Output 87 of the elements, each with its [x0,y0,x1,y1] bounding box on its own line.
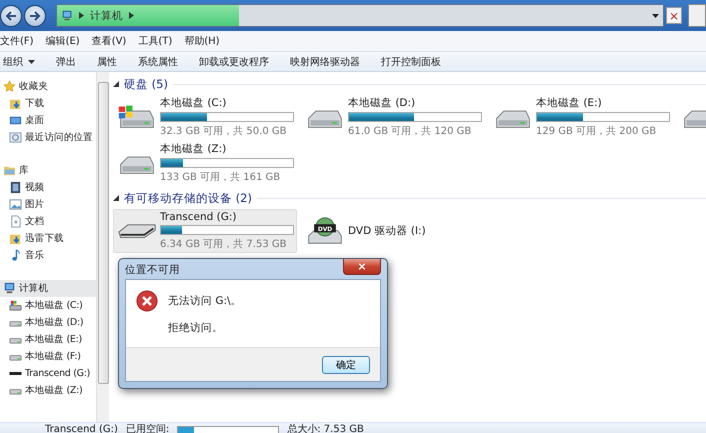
sidebar-item[interactable]: 下载 [0,95,96,112]
toolbar-button[interactable]: 系统属性 [138,54,178,68]
search-field[interactable] [688,4,706,27]
sidebar-item[interactable]: Transcend (G:) [0,365,96,382]
recent-places-icon [9,131,22,144]
drive-tile[interactable]: 本地磁盘 (C:) 32.3 GB 可用，共 50.0 GB [113,95,297,139]
music-note-icon [9,249,22,262]
drive-name: 本地磁盘 (E:) [536,96,603,110]
toolbar-button[interactable]: 组织 [3,54,35,68]
dropdown-caret-icon [28,60,35,64]
sidebar-item[interactable]: 本地磁盘 (D:) [0,314,96,331]
system-drive-icon [9,299,22,312]
sidebar-item[interactable]: 图片 [0,196,96,213]
dialog-title: 位置不可用 [125,263,180,277]
forward-arrow-icon [29,10,41,20]
usb-drive-icon [9,372,22,375]
close-button[interactable]: × [343,259,381,275]
download-folder-icon [9,232,22,245]
toolbar-button[interactable]: 属性 [97,54,117,68]
drive-name: 本地磁盘 (Z:) [160,142,228,156]
document-icon [9,215,22,228]
drive-space-text: 32.3 GB 可用，共 50.0 GB [160,124,288,138]
section-header: 有可移动存储的设备 (2) [124,190,252,206]
desktop-icon [9,114,22,127]
sidebar-item[interactable]: 本地磁盘 (E:) [0,331,96,348]
computer-icon [61,10,73,22]
video-icon [9,181,22,194]
error-message: 拒绝访问。 [168,321,224,335]
sidebar-item[interactable]: 收藏夹 [0,78,96,95]
drive-space-text: 61.0 GB 可用，共 120 GB [348,124,472,138]
menu-item[interactable]: 查看(V) [92,34,126,48]
status-total-size: 总大小: 7.53 GB [287,425,364,433]
chevron-icon [79,12,84,19]
drive-space-text: 6.34 GB 可用，共 7.53 GB [160,238,288,251]
status-used-label: 已用空间: [126,425,170,433]
picture-icon [9,198,22,211]
usb-drive-icon [117,222,157,240]
sidebar-item[interactable]: 最近访问的位置 [0,129,96,146]
drive-tile[interactable]: 本地磁盘 (D:) 61.0 GB 可用，共 120 GB [301,95,485,139]
sidebar-item[interactable]: 计算机 [0,280,96,297]
toolbar-button[interactable]: 打开控制面板 [381,54,441,68]
menu-item[interactable]: 编辑(E) [46,34,80,48]
chevron-icon [129,12,134,19]
drive-space-text: 129 GB 可用，共 200 GB [536,124,658,138]
forward-button[interactable] [24,4,46,26]
back-arrow-icon [5,10,17,20]
sidebar-item[interactable]: 视频 [0,179,96,196]
sidebar-item[interactable]: 本地磁盘 (Z:) [0,382,96,399]
sidebar-item[interactable]: 桌面 [0,112,96,129]
drive-space-text: 133 GB 可用，共 161 GB [160,170,282,184]
sidebar-item[interactable]: 音乐 [0,247,96,264]
toolbar-button[interactable]: 卸载或更改程序 [199,54,269,68]
menu-item[interactable]: 帮助(H) [184,34,220,48]
address-bar[interactable]: 计算机 [56,4,664,27]
back-button[interactable] [0,4,22,26]
sidebar-item[interactable]: 迅雷下载 [0,230,96,247]
library-folder-icon [3,164,16,177]
drive-tile[interactable]: 本地磁盘 (E:) 129 GB 可用，共 200 GB [489,95,673,139]
drive-name: DVD 驱动器 (I:) [348,224,426,238]
toolbar-button[interactable]: 弹出 [56,54,76,68]
collapse-triangle-icon[interactable] [113,195,119,201]
breadcrumb[interactable]: 计算机 [90,8,123,22]
drive-tile[interactable]: Transcend (G:) 6.34 GB 可用，共 7.53 GB [113,209,297,253]
download-folder-icon [9,97,22,110]
drive-name: Transcend (G:) [160,211,238,223]
scrollbar-thumb[interactable] [98,82,108,384]
section-header: 硬盘 (5) [124,76,168,92]
drive-tile[interactable]: 本地磁盘 (Z:) 133 GB 可用，共 161 GB [113,141,297,185]
status-drive-name: Transcend (G:) [45,425,118,433]
menu-item[interactable]: 文件(F) [0,34,34,48]
scrollbar[interactable] [96,72,109,422]
drive-name: 本地磁盘 (C:) [160,96,228,110]
drive-name: 本地磁盘 (D:) [348,96,416,110]
star-icon [3,80,16,93]
collapse-triangle-icon[interactable] [113,81,119,87]
sidebar-item[interactable]: 库 [0,162,96,179]
toolbar-button[interactable]: 映射网络驱动器 [290,54,360,68]
error-message: 无法访问 G:\。 [168,294,242,308]
dropdown-caret-icon [652,14,659,18]
sidebar-item[interactable]: 文档 [0,213,96,230]
stop-button[interactable]: × [666,7,682,24]
menu-item[interactable]: 工具(T) [138,34,172,48]
ok-button[interactable]: 确定 [322,356,370,374]
sidebar-item[interactable]: 本地磁盘 (C:) [0,297,96,314]
error-icon [136,290,158,312]
computer-icon [3,282,16,295]
sidebar-item[interactable]: 本地磁盘 (F:) [0,348,96,365]
